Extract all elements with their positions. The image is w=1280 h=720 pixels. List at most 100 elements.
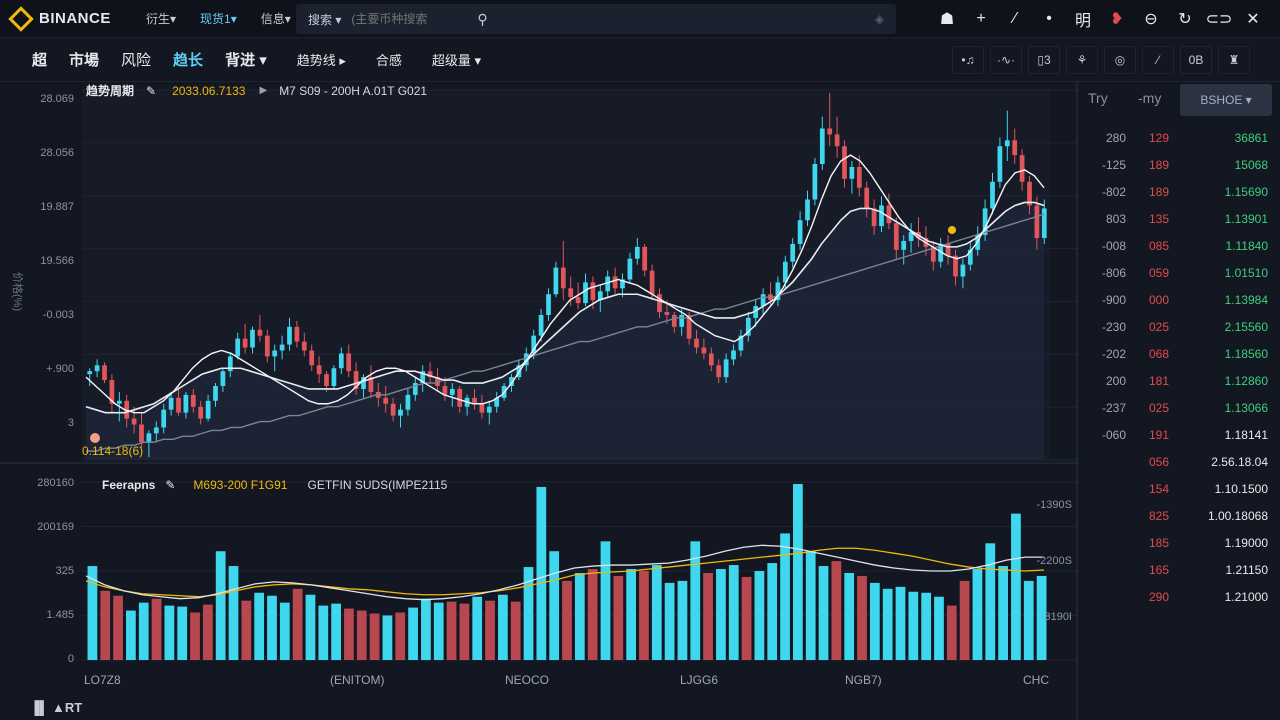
order-book-total: 1.21000 <box>1224 589 1268 604</box>
brand-logo[interactable]: BINANCE <box>8 5 132 32</box>
order-book-row[interactable]: 185 1.19000 <box>1078 529 1268 556</box>
chart-tool-0[interactable]: •♫ <box>952 46 984 74</box>
volume-edit-icon[interactable]: ✎ <box>165 478 175 492</box>
candle-body <box>161 409 167 428</box>
tab-trendline[interactable]: 趋势线 ▸ <box>297 50 346 69</box>
refresh-icon[interactable]: ↻ <box>1168 9 1202 29</box>
order-book-row[interactable]: -230 025 2.15560 <box>1078 313 1268 340</box>
chart-tool-5[interactable]: ⁄ <box>1142 46 1174 74</box>
candle-body <box>812 164 818 200</box>
order-book-row[interactable]: -900 000 1.13984 <box>1078 286 1268 313</box>
order-book-row[interactable]: -802 189 1.15690 <box>1078 178 1268 205</box>
price-axis-label: -0.003 <box>43 309 74 321</box>
order-book-filter-button[interactable]: BSHOE ▾ <box>1180 84 1272 116</box>
tab-overview[interactable]: 超 <box>32 49 47 70</box>
order-book-row[interactable]: -060 191 1.18141 <box>1078 421 1268 448</box>
tab-super-volume[interactable]: 超级量 ▾ <box>432 50 481 69</box>
candle-body <box>1034 205 1040 238</box>
candle-body <box>671 314 677 327</box>
candle-body <box>198 406 204 419</box>
candle-body <box>731 350 736 360</box>
indicator-name: 趋势周期 <box>86 84 135 98</box>
order-book-total: 1.19000 <box>1224 535 1268 550</box>
order-book-row[interactable]: -806 059 1.01510 <box>1078 259 1268 286</box>
draw-icon[interactable]: ⁄ <box>998 10 1032 28</box>
time-axis-label: LJGG6 <box>680 673 718 687</box>
chart-tool-1[interactable]: ·∿· <box>990 46 1022 74</box>
chart-tool-6[interactable]: 0B <box>1180 46 1212 74</box>
volume-bar <box>254 592 265 660</box>
nav-derivatives[interactable]: 衍生▾ <box>146 10 176 27</box>
order-book-row[interactable]: 056 2.56.18.04 <box>1078 448 1268 475</box>
order-book-size: 025 <box>1148 319 1170 334</box>
order-book-row[interactable]: 165 1.21150 <box>1078 556 1268 583</box>
alert-icon[interactable]: ❥ <box>1100 9 1134 29</box>
dot-icon[interactable]: • <box>1032 10 1066 28</box>
order-book-row[interactable]: -202 068 1.18560 <box>1078 340 1268 367</box>
candle-body <box>856 166 862 188</box>
play-icon[interactable]: ▶ <box>259 85 267 96</box>
candle-body <box>553 267 559 295</box>
candle-body <box>797 220 803 244</box>
order-book-row[interactable]: 825 1.00.18068 <box>1078 502 1268 529</box>
tab-trend[interactable]: 趋长 <box>173 49 203 70</box>
tab-compare[interactable]: 合感 <box>376 50 402 69</box>
order-book-row[interactable]: 154 1.10.1500 <box>1078 475 1268 502</box>
order-book-row[interactable]: 803 135 1.13901 <box>1078 205 1268 232</box>
order-book-size: 825 <box>1148 508 1170 523</box>
order-book-size: 181 <box>1148 373 1170 388</box>
price-axis-title: 价格(%) <box>11 272 25 311</box>
order-book-row[interactable]: -237 025 1.13066 <box>1078 394 1268 421</box>
edit-icon[interactable]: ✎ <box>146 84 156 98</box>
search-bar[interactable]: 搜索 ▾ ⚲ ◈ <box>296 4 896 34</box>
order-book-total: 1.12860 <box>1224 373 1268 388</box>
volume-bar <box>805 551 816 660</box>
volume-bar <box>664 582 675 660</box>
chart-tool-3[interactable]: ⚘ <box>1066 46 1098 74</box>
order-book-price: -230 <box>1101 319 1126 334</box>
volume-axis-label: 280160 <box>37 477 74 489</box>
volume-bar <box>972 569 983 660</box>
volume-bar <box>472 596 483 660</box>
search-category[interactable]: 搜索 ▾ <box>308 11 341 28</box>
search-icon[interactable]: ⚲ <box>477 11 487 28</box>
chart-tool-4[interactable]: ◎ <box>1104 46 1136 74</box>
price-chart[interactable]: 28.069 28.056 19.887 19.566 -0.003 +.900 3 价格(%… <box>0 82 1078 720</box>
link-icon[interactable]: ⊂⊃ <box>1202 9 1236 29</box>
order-book-row[interactable]: -125 189 15068 <box>1078 151 1268 178</box>
candle-body <box>893 223 899 250</box>
user-icon[interactable]: ☗ <box>930 9 964 29</box>
order-book-row[interactable]: 200 181 1.12860 <box>1078 367 1268 394</box>
candle-body <box>871 208 877 227</box>
order-book-row[interactable]: 290 1.21000 <box>1078 583 1268 610</box>
close-icon[interactable]: ✕ <box>1236 9 1270 29</box>
text-icon[interactable]: 明 <box>1066 7 1100 31</box>
nav-info[interactable]: 信息▾ <box>261 10 291 27</box>
tab-indicators[interactable]: 背进 ▾ <box>225 49 267 70</box>
volume-bar <box>497 594 508 660</box>
order-book-total: 1.11840 <box>1225 238 1269 253</box>
plus-icon[interactable]: + <box>964 10 998 28</box>
order-book-size: 191 <box>1148 427 1170 442</box>
settings-icon[interactable]: ⊖ <box>1134 9 1168 29</box>
search-options-icon[interactable]: ◈ <box>875 12 884 26</box>
candle-body <box>590 282 596 301</box>
tab-market[interactable]: 市場 <box>69 49 99 70</box>
order-book-row[interactable]: 280 129 36861 <box>1078 124 1268 151</box>
chart-tool-7[interactable]: ♜ <box>1218 46 1250 74</box>
search-input[interactable] <box>351 12 472 26</box>
nav-spot[interactable]: 现货1▾ <box>200 10 237 27</box>
volume-bar <box>741 576 752 660</box>
order-book-total: 1.10.1500 <box>1214 481 1268 496</box>
order-book-size: 189 <box>1148 184 1170 199</box>
tab-risk[interactable]: 风险 <box>121 49 151 70</box>
order-book-price: -060 <box>1101 427 1126 442</box>
chart-tool-2[interactable]: ▯3 <box>1028 46 1060 74</box>
candle-body <box>131 418 137 425</box>
brand-name: BINANCE <box>39 10 111 27</box>
order-book-row[interactable]: -008 085 1.11840 <box>1078 232 1268 259</box>
order-book-total: 1.15690 <box>1224 184 1268 199</box>
candle-body <box>960 264 966 277</box>
time-axis-label: NEOCO <box>505 673 549 687</box>
volume-bar <box>869 582 880 660</box>
